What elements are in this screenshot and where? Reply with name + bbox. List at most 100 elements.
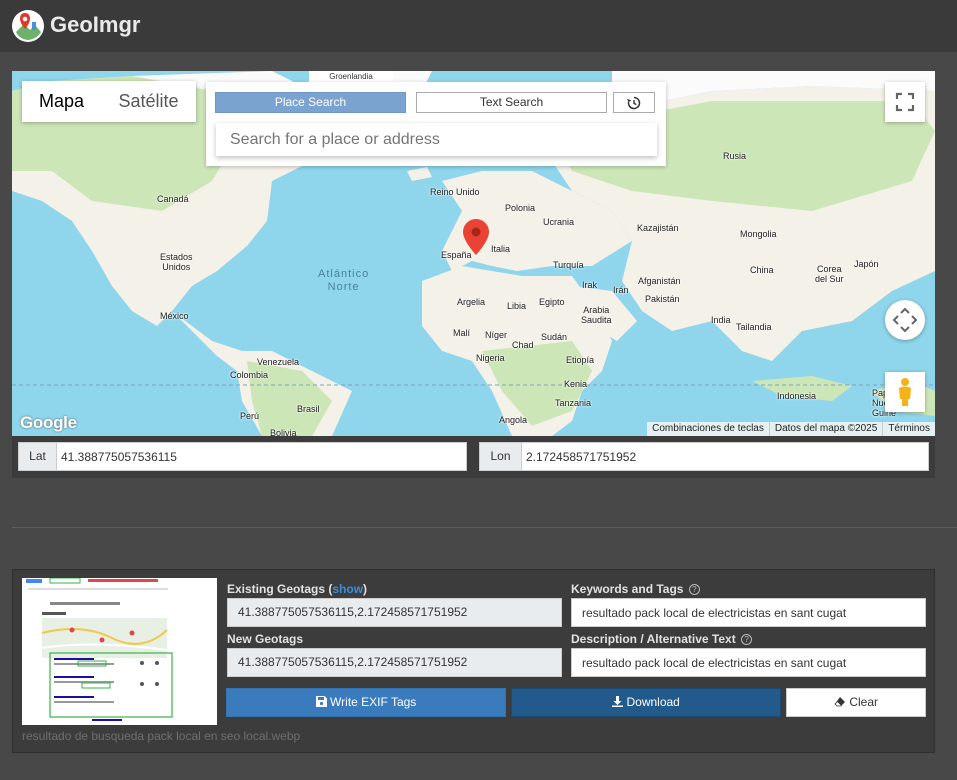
pegman-icon: [899, 378, 911, 406]
new-geotags-label: New Geotags: [227, 632, 304, 646]
camera-control-button[interactable]: [885, 300, 925, 340]
map-label-bolivia: Bolivia: [270, 428, 297, 436]
history-icon: [627, 96, 641, 110]
map-label-chad: Chad: [512, 340, 534, 350]
place-search-input[interactable]: [216, 123, 657, 156]
map-label-japon: Japón: [854, 259, 879, 269]
new-geotags-field: 41.388775057536115,2.172458571751952: [227, 648, 562, 677]
map-label-afganistan: Afganistán: [638, 276, 681, 286]
description-label-text: Description / Alternative Text: [571, 632, 736, 646]
map-type-satellite-button[interactable]: Satélite: [101, 81, 196, 122]
camera-move-icon: [892, 307, 918, 333]
map-label-canada: Canadá: [157, 194, 189, 204]
keywords-input[interactable]: [571, 598, 926, 627]
download-label: Download: [626, 695, 680, 709]
longitude-group: Lon: [479, 442, 929, 471]
location-pin-icon[interactable]: [463, 219, 489, 255]
image-filename: resultado de busqueda pack local en seo …: [22, 729, 301, 743]
existing-geotags-label-close: ): [363, 582, 368, 596]
map-label-rusia: Rusia: [723, 151, 747, 161]
save-icon: [315, 696, 327, 707]
map-label-india: India: [711, 315, 731, 325]
map-label-ucrania: Ucrania: [543, 217, 575, 227]
map-label-turquia: Turquía: [553, 260, 584, 270]
map-label-china: China: [750, 265, 774, 275]
street-view-pegman-button[interactable]: [885, 372, 925, 412]
map-label-corea: Corea del Sur: [815, 264, 844, 284]
fullscreen-button[interactable]: [885, 82, 925, 122]
latitude-input[interactable]: [56, 442, 467, 471]
description-input[interactable]: [571, 648, 926, 677]
write-exif-label: Write EXIF Tags: [330, 695, 417, 709]
map-label-etiopia: Etiopía: [566, 355, 595, 365]
top-bar: GeoImgr: [0, 0, 957, 52]
map-label-mongolia: Mongolia: [740, 229, 777, 239]
map-label-brasil: Brasil: [297, 404, 320, 414]
map-label-tailandia: Tailandia: [736, 322, 772, 332]
map-label-egipto: Egipto: [539, 297, 565, 307]
place-search-tab[interactable]: Place Search: [215, 92, 406, 113]
show-geotags-link[interactable]: show: [332, 582, 363, 596]
download-button[interactable]: Download: [511, 688, 781, 717]
section-divider: [12, 527, 957, 528]
help-icon[interactable]: ?: [688, 584, 700, 595]
map-label-groenlandia: Groenlandia: [309, 71, 393, 82]
keyboard-shortcuts-link[interactable]: Combinaciones de teclas: [647, 422, 769, 436]
text-search-tab[interactable]: Text Search: [416, 92, 607, 113]
map-type-control: Mapa Satélite: [22, 81, 196, 122]
history-button[interactable]: [613, 92, 655, 113]
fullscreen-icon: [895, 92, 915, 112]
map-label-arabia: Arabia Saudita: [581, 305, 612, 325]
keywords-label-text: Keywords and Tags: [571, 582, 684, 596]
search-results-preview-image: [22, 578, 217, 725]
map-label-eeuu: Estados Unidos: [160, 252, 193, 272]
map-label-irak: Irak: [582, 280, 598, 290]
clear-label: Clear: [849, 695, 879, 709]
existing-geotags-field: 41.388775057536115,2.172458571751952: [227, 598, 562, 627]
map-label-atlantico: Atlántico Norte: [318, 268, 370, 293]
keywords-label: Keywords and Tags ?: [571, 582, 700, 596]
map-label-peru: Perú: [240, 411, 260, 421]
map-panel: Groenlandia Canadá Estados Unidos México…: [12, 71, 935, 478]
latitude-group: Lat: [18, 442, 467, 471]
map-label-argelia: Argelia: [457, 297, 486, 307]
map-type-map-button[interactable]: Mapa: [22, 81, 101, 122]
terms-link[interactable]: Términos: [882, 422, 935, 436]
map-label-colombia: Colombia: [230, 370, 269, 380]
map-label-kenia: Kenia: [564, 379, 588, 389]
map-data-text: Datos del mapa ©2025: [768, 422, 882, 436]
map-label-italia: Italia: [491, 244, 511, 254]
file-card: resultado de busqueda pack local en seo …: [12, 569, 935, 753]
map-label-kazajistan: Kazajistán: [637, 223, 679, 233]
clear-button[interactable]: Clear: [786, 688, 926, 717]
help-icon[interactable]: ?: [741, 634, 753, 645]
download-icon: [612, 696, 624, 707]
map-label-tanzania: Tanzania: [555, 398, 592, 408]
image-thumbnail[interactable]: [22, 578, 217, 725]
write-exif-button[interactable]: Write EXIF Tags: [226, 688, 506, 717]
map-label-mexico: México: [160, 311, 189, 321]
app-logo-icon: [12, 10, 44, 42]
google-logo: Google: [20, 413, 77, 432]
map-label-venezuela: Venezuela: [257, 357, 300, 367]
description-label: Description / Alternative Text ?: [571, 632, 753, 646]
map-label-pakistan: Pakistán: [645, 294, 680, 304]
map-label-polonia: Polonia: [505, 203, 536, 213]
app-title: GeoImgr: [50, 12, 141, 37]
map-label-indonesia: Indonesia: [777, 391, 817, 401]
eraser-icon: [834, 697, 845, 707]
map-label-mali: Malí: [453, 328, 471, 338]
map-canvas[interactable]: Groenlandia Canadá Estados Unidos México…: [12, 71, 935, 436]
map-label-iran: Irán: [613, 285, 629, 295]
latitude-label: Lat: [18, 442, 56, 471]
map-label-niger: Níger: [485, 330, 508, 340]
map-label-angola: Angola: [499, 415, 528, 425]
map-label-nigeria: Nigeria: [476, 353, 505, 363]
map-label-sudan: Sudán: [541, 332, 568, 342]
existing-geotags-label: Existing Geotags (show): [227, 582, 367, 596]
map-label-reino-unido: Reino Unido: [430, 187, 480, 197]
longitude-input[interactable]: [521, 442, 929, 471]
search-panel: Place Search Text Search: [206, 82, 666, 166]
map-attribution: Combinaciones de teclas Datos del mapa ©…: [647, 422, 935, 436]
existing-geotags-label-text: Existing Geotags (: [227, 582, 333, 596]
